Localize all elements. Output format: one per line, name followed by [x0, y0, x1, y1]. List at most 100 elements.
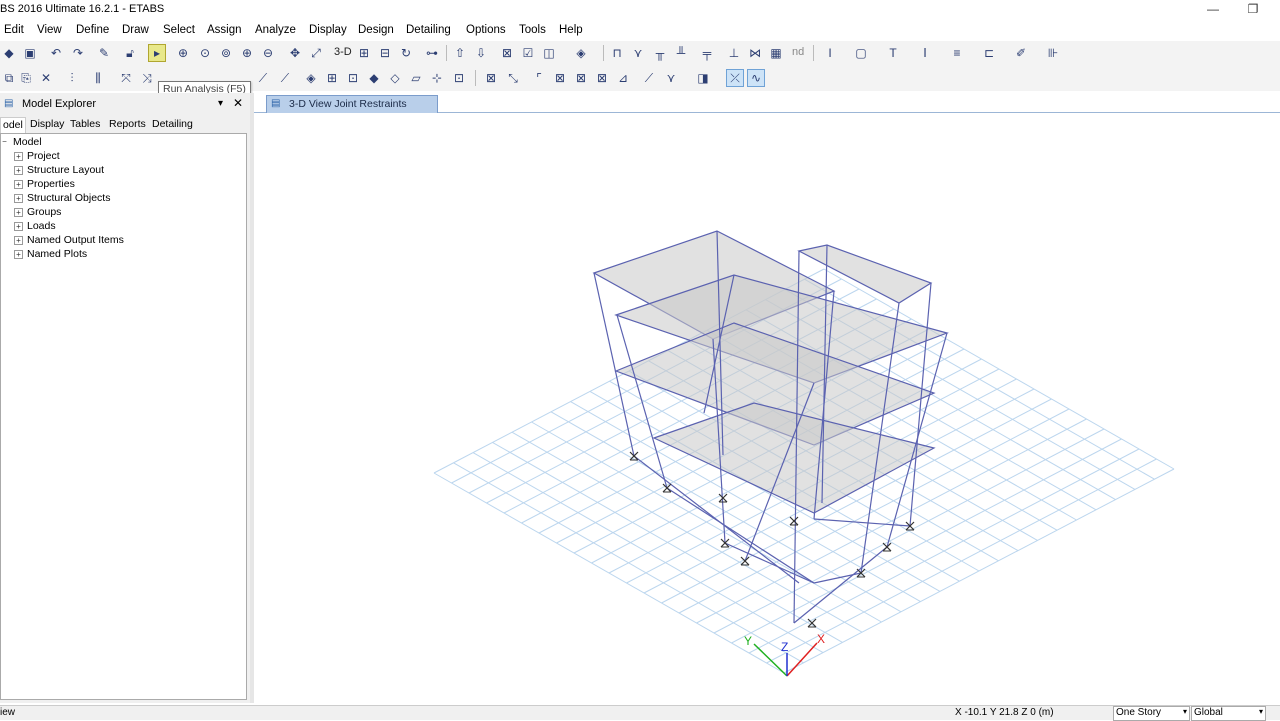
pier-icon[interactable]: ⊪ — [1044, 44, 1062, 62]
menu-view[interactable]: View — [37, 24, 62, 36]
draw-nd-button[interactable]: nd — [792, 46, 804, 58]
snap-intersect-icon[interactable]: ◇ — [386, 69, 404, 87]
story-select[interactable]: One Story ▾ — [1113, 706, 1190, 721]
measure-icon[interactable]: ⤢ — [307, 44, 325, 62]
menu-define[interactable]: Define — [76, 24, 109, 36]
rotate-view-icon[interactable]: ↻ — [397, 44, 415, 62]
draw-link-icon[interactable]: ⊥ — [725, 44, 743, 62]
expand-icon[interactable]: + — [14, 180, 23, 189]
draw-area-icon[interactable]: ▦ — [767, 44, 785, 62]
tab-reports[interactable]: Reports — [107, 117, 148, 133]
select-all-icon[interactable]: ⤧ — [117, 69, 135, 87]
menu-analyze[interactable]: Analyze — [255, 24, 296, 36]
snap-end-icon[interactable]: ⊡ — [344, 69, 362, 87]
assign-joint-icon[interactable]: ⌜ — [530, 69, 548, 87]
run-analysis-button[interactable]: ▸ — [148, 44, 166, 62]
move-up-icon[interactable]: ⇧ — [451, 44, 469, 62]
wall-section-icon[interactable]: ⊏ — [980, 44, 998, 62]
show-springs-toggle[interactable]: ∿ — [747, 69, 765, 87]
move-down-icon[interactable]: ⇩ — [472, 44, 490, 62]
expand-icon[interactable]: + — [14, 166, 23, 175]
menu-help[interactable]: Help — [559, 24, 583, 36]
panel-options-icon[interactable]: ▾ — [218, 98, 223, 109]
edit-pen-icon[interactable]: ✎ — [95, 44, 113, 62]
view-3d-button[interactable]: 3-D — [334, 46, 352, 58]
new-model-icon[interactable]: ◆ — [0, 44, 18, 62]
menu-design[interactable]: Design — [358, 24, 394, 36]
snap-line-icon[interactable]: ⟋ — [254, 69, 272, 87]
draw-column-icon[interactable]: ╨ — [672, 44, 690, 62]
zoom-restore-icon[interactable]: ⊙ — [196, 44, 214, 62]
draw-wall-icon[interactable]: ╤ — [698, 44, 716, 62]
object-view-icon[interactable]: ◈ — [572, 44, 590, 62]
zoom-in-icon[interactable]: ⊕ — [238, 44, 256, 62]
save-icon[interactable]: ▣ — [21, 44, 39, 62]
assign-shell-icon[interactable]: ⊠ — [572, 69, 590, 87]
snap-perp-icon[interactable]: ⟋ — [276, 69, 294, 87]
menu-draw[interactable]: Draw — [122, 24, 149, 36]
slab-icon[interactable]: ▢ — [852, 44, 870, 62]
expand-icon[interactable]: + — [14, 194, 23, 203]
snap-area-icon[interactable]: ▱ — [407, 69, 425, 87]
assign-link-icon[interactable]: ⊠ — [593, 69, 611, 87]
collapse-icon[interactable]: − — [0, 138, 9, 147]
menu-detailing[interactable]: Detailing — [406, 24, 451, 36]
draw-brace-icon[interactable]: ⋎ — [629, 44, 647, 62]
close-icon[interactable]: ✕ — [233, 96, 243, 110]
model-viewport[interactable]: X Y Z — [254, 113, 1280, 703]
tab-display[interactable]: Display — [28, 117, 66, 133]
draw-spring-icon[interactable]: ⋈ — [746, 44, 764, 62]
restraint-icon[interactable]: ⟋ — [640, 69, 658, 87]
snap-grid-icon[interactable]: ⊞ — [323, 69, 341, 87]
elevation-view-icon[interactable]: ⊟ — [376, 44, 394, 62]
object-shrink-icon[interactable]: ⊠ — [498, 44, 516, 62]
grid-lines-icon[interactable]: ⫼ — [89, 69, 107, 87]
snap-mid-icon[interactable]: ◆ — [365, 69, 383, 87]
tab-tables[interactable]: Tables — [68, 117, 102, 133]
copy-icon[interactable]: ⧉ — [0, 69, 18, 87]
menu-edit[interactable]: Edit — [4, 24, 24, 36]
restore-button[interactable]: ❐ — [1240, 2, 1266, 18]
zoom-window-icon[interactable]: ⊕ — [174, 44, 192, 62]
select-window-icon[interactable]: ⊠ — [482, 69, 500, 87]
minimize-button[interactable]: — — [1200, 2, 1226, 18]
restraint-dropdown-icon[interactable]: ⋎ — [662, 69, 680, 87]
pencil-icon[interactable]: ✐ — [1012, 44, 1030, 62]
select-poly-icon[interactable]: ⤡ — [504, 69, 522, 87]
draw-frame-icon[interactable]: ⊓ — [608, 44, 626, 62]
lock-icon[interactable]: 🔓︎ — [121, 44, 139, 62]
deck-icon[interactable]: ≡ — [948, 44, 966, 62]
tee-section-icon[interactable]: T — [884, 44, 902, 62]
expand-icon[interactable]: + — [14, 208, 23, 217]
replicate-icon[interactable]: ⫶ — [63, 69, 81, 87]
diaphragm-icon[interactable]: ◨ — [694, 69, 712, 87]
delete-icon[interactable]: ✕ — [37, 69, 55, 87]
menu-options[interactable]: Options — [466, 24, 506, 36]
coordinate-system-select[interactable]: Global ▾ — [1191, 706, 1266, 721]
plan-view-icon[interactable]: ⊞ — [355, 44, 373, 62]
tab-detailing[interactable]: Detailing — [150, 117, 195, 133]
assign-frame-icon[interactable]: ⊠ — [551, 69, 569, 87]
select-intersect-icon[interactable]: ⤨ — [138, 69, 156, 87]
expand-icon[interactable]: + — [14, 236, 23, 245]
tab-3d-view[interactable]: ▤ 3-D View Joint Restraints — [266, 95, 438, 113]
snap-fine-icon[interactable]: ⊡ — [450, 69, 468, 87]
expand-icon[interactable]: + — [14, 250, 23, 259]
zoom-full-icon[interactable]: ⊚ — [217, 44, 235, 62]
menu-tools[interactable]: Tools — [519, 24, 546, 36]
tab-model[interactable]: odel — [0, 117, 26, 133]
draw-beam-icon[interactable]: ╥ — [651, 44, 669, 62]
display-dropdown-icon[interactable]: ◫ — [540, 44, 558, 62]
i-section-icon[interactable]: Ⅰ — [916, 44, 934, 62]
zoom-out-icon[interactable]: ⊖ — [259, 44, 277, 62]
show-restraints-toggle[interactable]: ⤫ — [726, 69, 744, 87]
redo-icon[interactable]: ↷ — [69, 44, 87, 62]
paste-icon[interactable]: ⎘ — [17, 69, 35, 87]
snap-point-icon[interactable]: ◈ — [302, 69, 320, 87]
menu-select[interactable]: Select — [163, 24, 195, 36]
expand-icon[interactable]: + — [14, 222, 23, 231]
undo-icon[interactable]: ↶ — [47, 44, 65, 62]
model-3d-canvas[interactable]: X Y Z — [254, 113, 1280, 703]
perspective-icon[interactable]: ⊶ — [423, 44, 441, 62]
section-i-icon[interactable]: I — [821, 44, 839, 62]
